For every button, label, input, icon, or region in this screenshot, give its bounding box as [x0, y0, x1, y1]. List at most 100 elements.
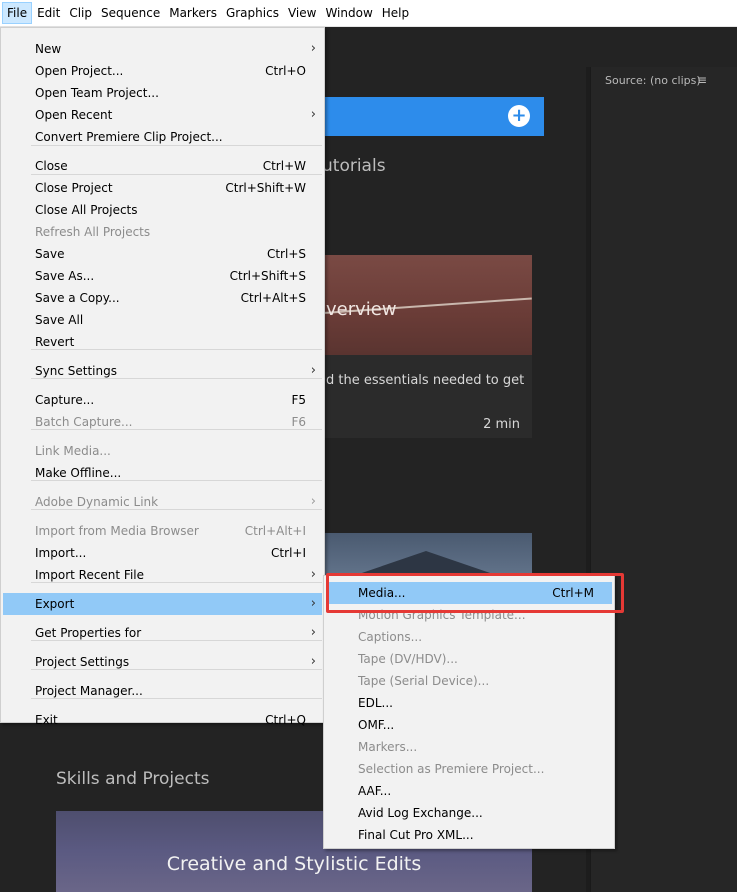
file-menu-item-revert[interactable]: Revert: [3, 331, 322, 353]
export-menu-item-captions: Captions...: [326, 626, 612, 648]
file-menu-item-convert-premiere-clip-project[interactable]: Convert Premiere Clip Project...: [3, 126, 322, 148]
chevron-right-icon: ›: [310, 41, 316, 56]
menu-item-label: Tape (DV/HDV)...: [358, 652, 458, 666]
file-menu-item-project-settings[interactable]: Project Settings ›: [3, 651, 322, 673]
menu-view[interactable]: View: [284, 2, 320, 24]
menu-item-label: Selection as Premiere Project...: [358, 762, 545, 776]
menu-item-label: Link Media...: [35, 444, 111, 458]
skills-heading: Skills and Projects: [56, 769, 210, 789]
menu-item-label: Revert: [35, 335, 75, 349]
menu-bar: File Edit Clip Sequence Markers Graphics…: [0, 0, 737, 27]
hamburger-icon[interactable]: ≡: [697, 73, 707, 87]
menu-graphics[interactable]: Graphics: [222, 2, 283, 24]
file-menu-item-sync-settings[interactable]: Sync Settings ›: [3, 360, 322, 382]
menu-item-label: Project Manager...: [35, 684, 143, 698]
chevron-right-icon: ›: [310, 567, 316, 582]
menu-window[interactable]: Window: [321, 2, 376, 24]
file-menu-item-make-offline[interactable]: Make Offline...: [3, 462, 322, 484]
file-menu-item-save-a-copy[interactable]: Save a Copy... Ctrl+Alt+S: [3, 287, 322, 309]
card-duration: 2 min: [483, 417, 520, 432]
menu-item-label: Save All: [35, 313, 84, 327]
menu-item-label: OMF...: [358, 718, 395, 732]
menu-item-label: Import Recent File: [35, 568, 145, 582]
chevron-right-icon: ›: [310, 654, 316, 669]
file-menu-item-get-properties-for[interactable]: Get Properties for ›: [3, 622, 322, 644]
file-menu-item-import[interactable]: Import... Ctrl+I: [3, 542, 322, 564]
export-menu-item-aaf[interactable]: AAF...: [326, 780, 612, 802]
menu-item-shortcut: Ctrl+O: [265, 64, 306, 78]
chevron-right-icon: ›: [310, 363, 316, 378]
export-menu-item-omf[interactable]: OMF...: [326, 714, 612, 736]
menu-item-label: Open Project...: [35, 64, 124, 78]
menu-item-label: Captions...: [358, 630, 423, 644]
menu-help[interactable]: Help: [378, 2, 413, 24]
file-menu-item-adobe-dynamic-link: Adobe Dynamic Link ›: [3, 491, 322, 513]
file-menu-item-capture[interactable]: Capture... F5: [3, 389, 322, 411]
file-menu-item-close-all-projects[interactable]: Close All Projects: [3, 199, 322, 221]
file-menu-item-close[interactable]: Close Ctrl+W: [3, 155, 322, 177]
export-menu-item-tape-dv-hdv: Tape (DV/HDV)...: [326, 648, 612, 670]
menu-clip[interactable]: Clip: [65, 2, 96, 24]
card-title: Creative and Stylistic Edits: [166, 853, 422, 875]
menu-item-label: Close Project: [35, 181, 113, 195]
file-menu-item-refresh-all-projects: Refresh All Projects: [3, 221, 322, 243]
menu-item-label: Project Settings: [35, 655, 130, 669]
file-menu-item-export[interactable]: Export ›: [3, 593, 322, 615]
menu-item-shortcut: F5: [291, 393, 306, 407]
menu-markers[interactable]: Markers: [165, 2, 221, 24]
menu-file[interactable]: File: [2, 2, 33, 24]
file-menu-item-link-media: Link Media...: [3, 440, 322, 462]
source-panel-title[interactable]: Source: (no clips): [605, 74, 701, 87]
plus-icon[interactable]: +: [508, 105, 530, 127]
file-menu-item-new[interactable]: New ›: [3, 38, 322, 60]
export-menu-item-selection-as-premiere-project: Selection as Premiere Project...: [326, 758, 612, 780]
card-title: verview: [326, 299, 397, 320]
file-menu-item-import-recent-file[interactable]: Import Recent File ›: [3, 564, 322, 586]
menu-item-label: Avid Log Exchange...: [358, 806, 483, 820]
menu-item-label: EDL...: [358, 696, 393, 710]
menu-item-label: AAF...: [358, 784, 392, 798]
menu-item-shortcut: Ctrl+W: [262, 159, 306, 173]
file-menu-item-open-team-project[interactable]: Open Team Project...: [3, 82, 322, 104]
menu-item-label: Import...: [35, 546, 87, 560]
file-menu-item-project-manager[interactable]: Project Manager...: [3, 680, 322, 702]
file-menu-item-save[interactable]: Save Ctrl+S: [3, 243, 322, 265]
menu-item-label: Tape (Serial Device)...: [358, 674, 490, 688]
mountain-image: [356, 551, 496, 575]
menu-item-label: Batch Capture...: [35, 415, 133, 429]
chevron-right-icon: ›: [310, 625, 316, 640]
menu-item-shortcut: Ctrl+Alt+I: [244, 524, 306, 538]
export-submenu: Media... Ctrl+M Motion Graphics Template..…: [323, 575, 615, 849]
callout-highlight: [326, 573, 624, 613]
chevron-right-icon: ›: [310, 107, 316, 122]
menu-item-label: Sync Settings: [35, 364, 117, 378]
menu-edit[interactable]: Edit: [33, 2, 64, 24]
file-menu-item-close-project[interactable]: Close Project Ctrl+Shift+W: [3, 177, 322, 199]
export-menu-item-edl[interactable]: EDL...: [326, 692, 612, 714]
menu-item-label: Markers...: [358, 740, 418, 754]
file-menu-item-import-from-media-browser: Import from Media Browser Ctrl+Alt+I: [3, 520, 322, 542]
menu-item-label: Save a Copy...: [35, 291, 120, 305]
file-menu-item-open-project[interactable]: Open Project... Ctrl+O: [3, 60, 322, 82]
menu-item-label: Open Recent: [35, 108, 113, 122]
export-menu-item-avid-log-exchange[interactable]: Avid Log Exchange...: [326, 802, 612, 824]
file-menu-item-open-recent[interactable]: Open Recent ›: [3, 104, 322, 126]
menu-item-label: Get Properties for: [35, 626, 142, 640]
menu-item-label: New: [35, 42, 62, 56]
file-menu-item-save-all[interactable]: Save All: [3, 309, 322, 331]
file-menu: New › Open Project... Ctrl+O Open Team Proje…: [0, 27, 325, 727]
menu-item-label: Export: [35, 597, 75, 611]
menu-item-shortcut: Ctrl+Shift+W: [225, 181, 306, 195]
menu-item-label: Capture...: [35, 393, 95, 407]
menu-item-label: Adobe Dynamic Link: [35, 495, 159, 509]
export-menu-item-final-cut-pro-xml[interactable]: Final Cut Pro XML...: [326, 824, 612, 846]
menu-item-shortcut: Ctrl+Q: [265, 713, 306, 727]
file-menu-item-batch-capture: Batch Capture... F6: [3, 411, 322, 433]
file-menu-item-exit[interactable]: Exit Ctrl+Q: [3, 709, 322, 731]
menu-item-label: Close All Projects: [35, 203, 138, 217]
menu-item-shortcut: Ctrl+Alt+S: [240, 291, 306, 305]
file-menu-item-save-as[interactable]: Save As... Ctrl+Shift+S: [3, 265, 322, 287]
export-menu-item-markers: Markers...: [326, 736, 612, 758]
menu-item-shortcut: F6: [291, 415, 306, 429]
menu-sequence[interactable]: Sequence: [97, 2, 164, 24]
